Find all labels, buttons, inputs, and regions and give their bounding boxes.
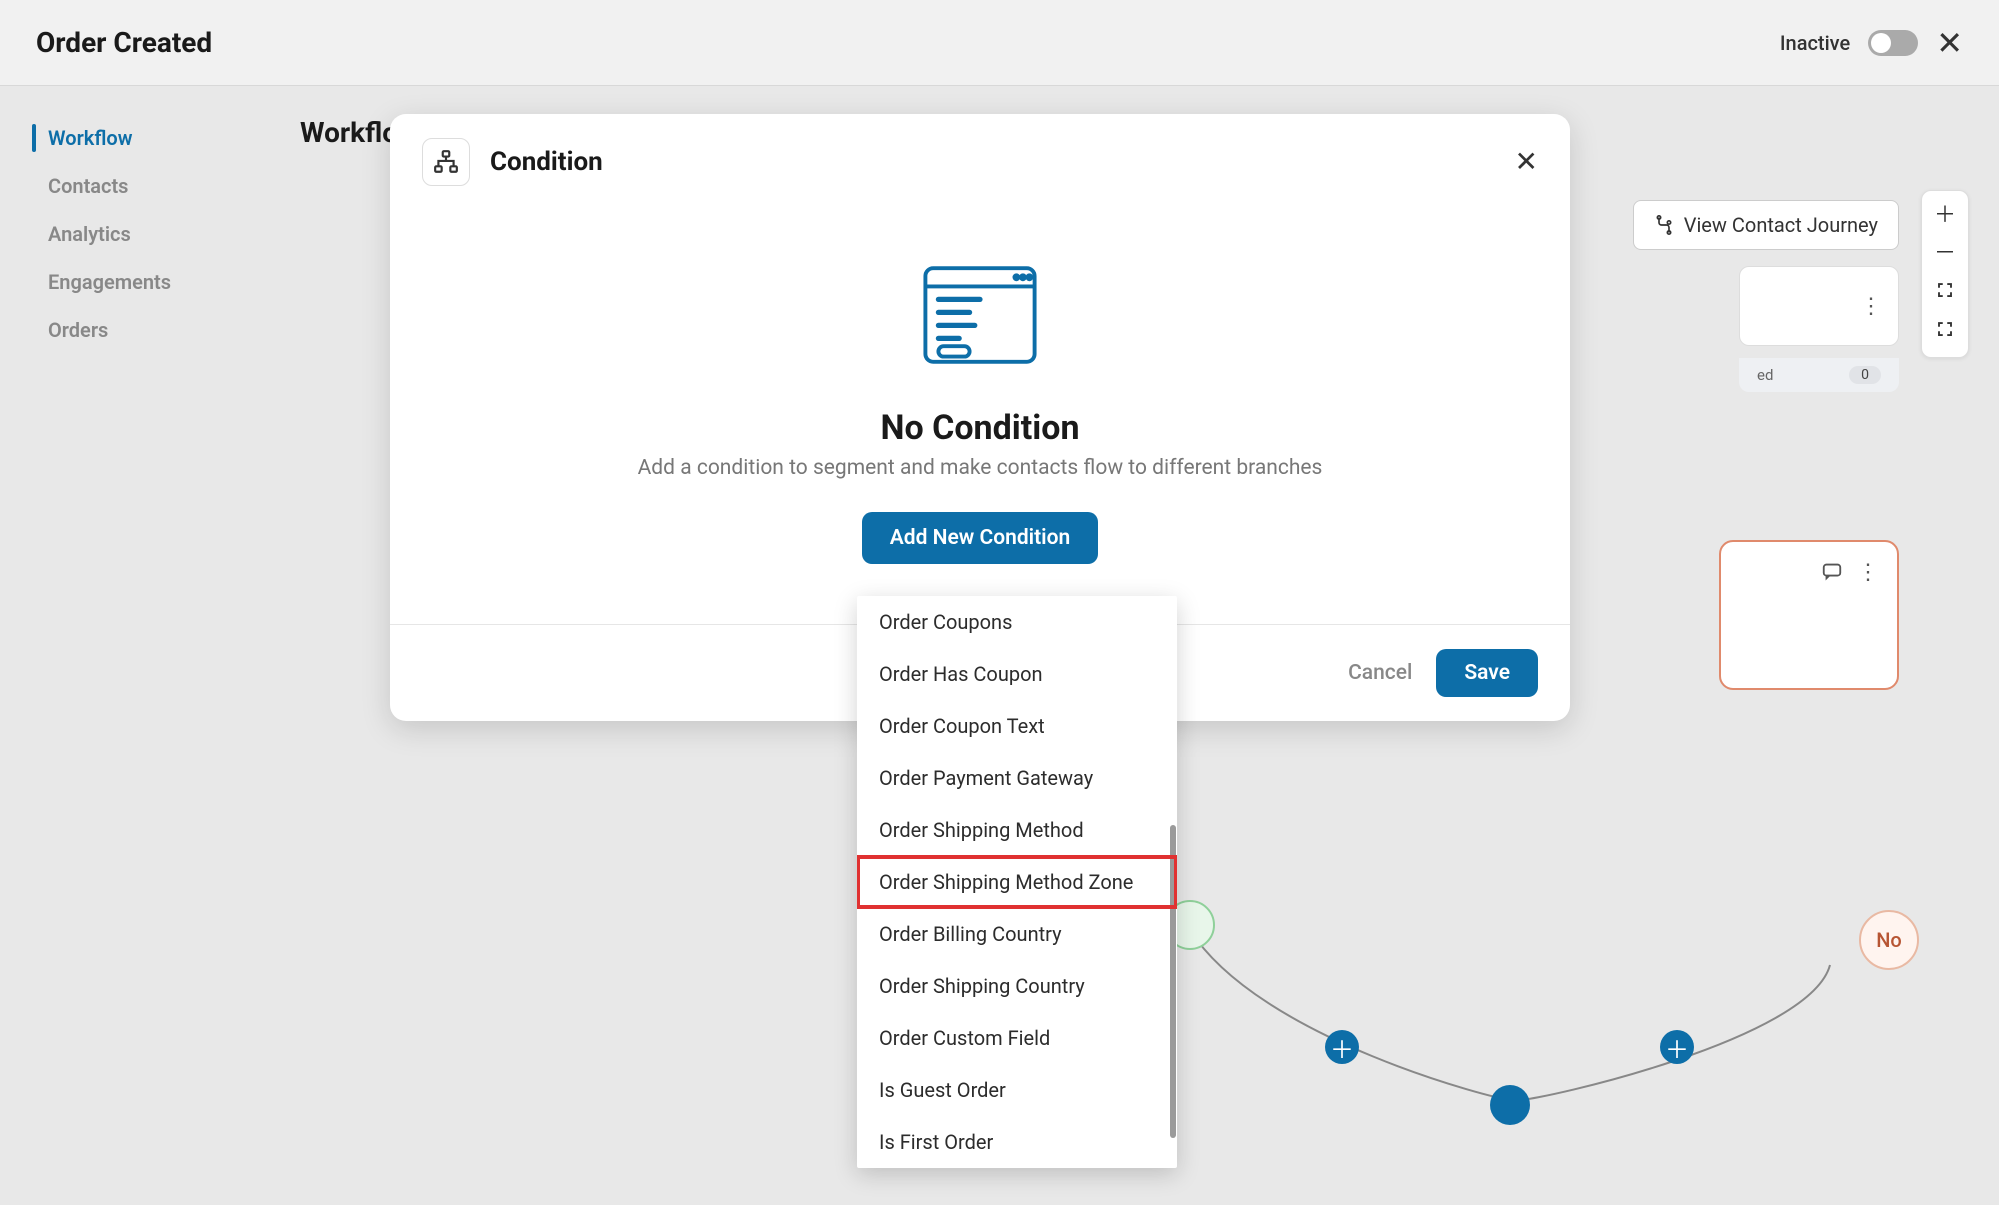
add-new-condition-button[interactable]: Add New Condition <box>862 512 1099 564</box>
no-label: No <box>1876 928 1902 952</box>
comment-icon[interactable] <box>1821 560 1843 588</box>
workflow-node-stats: ed 0 <box>1739 358 1899 392</box>
modal-close-icon[interactable]: ✕ <box>1515 148 1538 176</box>
no-branch-node[interactable]: No <box>1859 910 1919 970</box>
close-icon[interactable]: ✕ <box>1936 27 1963 59</box>
fullscreen-button[interactable] <box>1928 273 1962 312</box>
cancel-button[interactable]: Cancel <box>1348 661 1412 685</box>
dropdown-option[interactable]: Order Coupon Text <box>857 700 1177 752</box>
modal-title: Condition <box>490 147 603 177</box>
sidebar-item-label: Contacts <box>48 174 128 198</box>
view-contact-journey-button[interactable]: View Contact Journey <box>1633 200 1899 250</box>
app-header: Order Created Inactive ✕ <box>0 0 1999 86</box>
add-step-button[interactable]: ＋ <box>1660 1030 1694 1064</box>
stat-count: 0 <box>1849 366 1881 384</box>
save-label: Save <box>1464 661 1510 685</box>
dropdown-option[interactable]: Is First Order <box>857 1116 1177 1168</box>
empty-state-icon <box>915 250 1045 380</box>
dropdown-option[interactable]: Order Custom Field <box>857 1012 1177 1064</box>
journey-button-label: View Contact Journey <box>1684 213 1878 237</box>
page-title: Order Created <box>36 26 212 59</box>
dropdown-option[interactable]: Order Payment Gateway <box>857 752 1177 804</box>
sidebar-item-label: Engagements <box>48 270 171 294</box>
cancel-label: Cancel <box>1348 661 1412 685</box>
dropdown-option[interactable]: Order Shipping Country <box>857 960 1177 1012</box>
save-button[interactable]: Save <box>1436 649 1538 697</box>
sidebar: Workflow Contacts Analytics Engagements … <box>0 86 260 1205</box>
sidebar-item-label: Workflow <box>48 126 132 150</box>
modal-body: No Condition Add a condition to segment … <box>390 210 1570 625</box>
add-step-button[interactable] <box>1490 1085 1530 1125</box>
sidebar-item-orders[interactable]: Orders <box>0 306 260 354</box>
sidebar-item-workflow[interactable]: Workflow <box>0 114 260 162</box>
empty-state-title: No Condition <box>880 408 1079 448</box>
sidebar-item-engagements[interactable]: Engagements <box>0 258 260 306</box>
header-actions: Inactive ✕ <box>1780 27 1963 59</box>
workflow-node-card[interactable]: ⋮ <box>1739 266 1899 346</box>
dropdown-option[interactable]: Order Coupons <box>857 596 1177 648</box>
sidebar-item-label: Analytics <box>48 222 131 246</box>
dropdown-option[interactable]: Is Guest Order <box>857 1064 1177 1116</box>
add-step-button[interactable]: ＋ <box>1325 1030 1359 1064</box>
workflow-condition-card[interactable]: ⋮ <box>1719 540 1899 690</box>
sidebar-item-contacts[interactable]: Contacts <box>0 162 260 210</box>
dropdown-option[interactable]: Order Shipping Method Zone <box>857 856 1177 908</box>
node-menu-icon[interactable]: ⋮ <box>1857 560 1879 585</box>
sidebar-item-analytics[interactable]: Analytics <box>0 210 260 258</box>
status-label: Inactive <box>1780 31 1850 55</box>
active-toggle[interactable] <box>1868 30 1918 56</box>
sidebar-item-label: Orders <box>48 318 108 342</box>
stat-label-fragment: ed <box>1757 366 1773 384</box>
zoom-in-button[interactable]: ＋ <box>1926 197 1964 235</box>
canvas-controls: ＋ － <box>1921 190 1969 358</box>
branch-icon <box>1654 215 1674 235</box>
condition-field-dropdown[interactable]: Order CouponsOrder Has CouponOrder Coupo… <box>857 596 1177 1168</box>
add-button-label: Add New Condition <box>890 526 1071 550</box>
fit-view-button[interactable] <box>1928 312 1962 351</box>
modal-header: Condition ✕ <box>390 114 1570 210</box>
zoom-out-button[interactable]: － <box>1926 235 1964 273</box>
dropdown-option[interactable]: Order Shipping Method <box>857 804 1177 856</box>
dropdown-option[interactable]: Order Billing Country <box>857 908 1177 960</box>
empty-state-subtitle: Add a condition to segment and make cont… <box>638 456 1323 480</box>
condition-icon <box>422 138 470 186</box>
dropdown-option[interactable]: Order Has Coupon <box>857 648 1177 700</box>
node-menu-icon[interactable]: ⋮ <box>1860 294 1882 319</box>
